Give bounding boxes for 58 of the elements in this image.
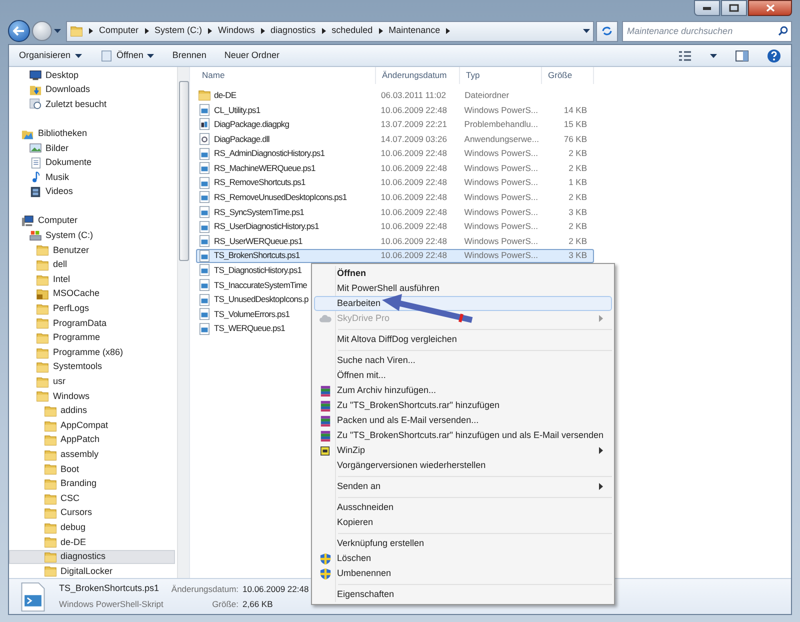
type-cell: Windows PowerS... — [464, 221, 538, 232]
file-name: TS_WERQueue.ps1 — [214, 322, 286, 336]
type-cell: Windows PowerS... — [464, 206, 538, 217]
file-name: TS_DiagnosticHistory.ps1 — [214, 264, 302, 277]
size-cell: 14 KB — [564, 104, 588, 116]
file-name: TS_InaccurateSystemTime — [214, 278, 307, 292]
file-name: RS_MachineWERQueue.ps1 — [214, 162, 316, 175]
date-cell: 10.06.2009 22:48 — [380, 104, 447, 115]
date-cell: 10.06.2009 22:48 — [380, 221, 447, 232]
file-name: TS_VolumeErrors.ps1 — [214, 308, 290, 321]
detail-label: Größe: — [211, 598, 239, 610]
file-name: RS_UserWERQueue.ps1 — [214, 234, 302, 248]
file-name: DiagPackage.dll — [214, 132, 270, 146]
date-cell: 10.06.2009 22:48 — [380, 236, 447, 246]
date-cell: 10.06.2009 22:48 — [380, 192, 447, 202]
file-type: Windows PowerShell-Skript — [59, 598, 164, 611]
size-cell: 1 KB — [568, 176, 588, 190]
size-cell: 2 KB — [568, 162, 588, 175]
type-cell: Anwendungserwe... — [464, 134, 539, 144]
type-cell: Dateiordner — [464, 90, 510, 100]
type-cell: Problembehandlu... — [464, 119, 538, 130]
type-cell: Windows PowerS... — [464, 236, 538, 246]
file-name: DiagPackage.diagpkg — [214, 118, 290, 131]
date-cell: 10.06.2009 22:48 — [380, 148, 447, 158]
date-cell: 13.07.2009 22:21 — [380, 119, 447, 130]
file-name: TS_BrokenShortcuts.ps1 — [59, 582, 160, 596]
type-cell: Windows PowerS... — [464, 192, 538, 202]
size-cell: 3 KB — [568, 249, 588, 262]
file-name: RS_AdminDiagnosticHistory.ps1 — [214, 147, 325, 160]
type-cell: Windows PowerS... — [464, 148, 538, 158]
detail-label: Änderungsdatum: — [171, 582, 239, 596]
file-name: TS_UnusedDesktopIcons.p — [214, 293, 308, 306]
size-cell: 2 KB — [568, 147, 588, 160]
size-cell: 3 KB — [568, 206, 588, 218]
file-name: de-DE — [214, 88, 236, 102]
size-cell: 15 KB — [564, 118, 588, 131]
detail-value: 2,66 KB — [242, 598, 274, 610]
file-name: RS_UserDiagnosticHistory.ps1 — [214, 220, 319, 234]
file-name: RS_SyncSystemTime.ps1 — [214, 206, 304, 218]
file-name: RS_RemoveUnusedDesktopIcons.ps1 — [214, 191, 347, 204]
size-cell: 76 KB — [564, 132, 588, 146]
type-cell: Windows PowerS... — [464, 250, 538, 260]
date-cell: 10.06.2009 22:48 — [380, 177, 447, 188]
date-cell: 10.06.2009 22:48 — [380, 162, 447, 173]
size-cell: 2 KB — [568, 234, 588, 248]
file-name: CL_Utility.ps1 — [214, 104, 260, 116]
size-cell: 2 KB — [568, 191, 588, 204]
date-cell: 10.06.2009 22:48 — [380, 250, 447, 260]
type-cell: Windows PowerS... — [464, 177, 538, 188]
date-cell: 14.07.2009 03:26 — [380, 134, 447, 144]
type-cell: Windows PowerS... — [464, 104, 538, 115]
file-name: TS_BrokenShortcuts.ps1 — [214, 249, 300, 262]
type-cell: Windows PowerS... — [464, 162, 538, 173]
date-cell: 10.06.2009 22:48 — [380, 206, 447, 217]
detail-value: 10.06.2009 22:48 — [242, 582, 309, 596]
file-name: RS_RemoveShortcuts.ps1 — [214, 176, 306, 190]
date-cell: 06.03.2011 11:02 — [381, 90, 446, 100]
size-cell: 2 KB — [568, 220, 588, 234]
